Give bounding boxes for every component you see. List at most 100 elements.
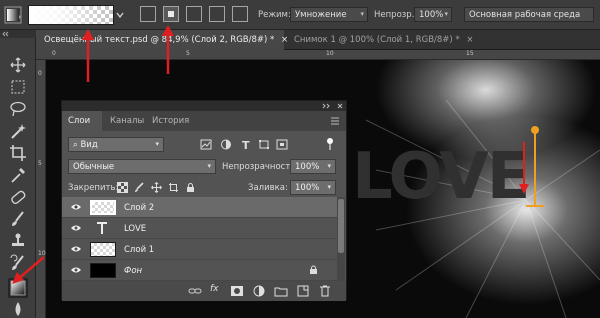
filter-pixel-icon[interactable] <box>200 139 212 150</box>
ruler-tick-label: 5 <box>38 160 42 167</box>
layer-row-sloy-2[interactable]: Слой 2 <box>62 197 338 218</box>
eye-icon[interactable] <box>70 203 82 211</box>
ruler-tick-label: 0 <box>38 70 42 77</box>
workspace-select[interactable]: Основная рабочая среда <box>464 7 594 22</box>
layer-fill-value: 100% <box>295 183 320 193</box>
lock-transparency-icon[interactable] <box>117 182 128 193</box>
crop-tool-icon[interactable] <box>8 144 28 162</box>
chevron-down-icon: ▾ <box>444 10 448 18</box>
filter-shape-icon[interactable] <box>258 139 270 150</box>
layer-name: Фон <box>124 266 143 276</box>
panel-tabs: Слои Каналы История <box>62 111 346 131</box>
blur-tool-icon[interactable] <box>8 300 28 318</box>
tab-layers[interactable]: Слои <box>62 111 102 131</box>
angle-gradient-button[interactable] <box>186 6 202 22</box>
radial-gradient-button[interactable] <box>163 6 179 22</box>
layer-row-love[interactable]: LOVE <box>62 218 338 239</box>
eye-icon[interactable] <box>70 245 82 253</box>
opacity-label: Непрозр.: <box>374 10 418 20</box>
gradient-tool-icon[interactable] <box>4 6 22 24</box>
layer-opacity-input[interactable]: 100% ▾ <box>290 159 336 174</box>
layer-opacity-label: Непрозрачность: <box>222 162 299 172</box>
layer-fill-input[interactable]: 100% ▾ <box>290 180 336 195</box>
opacity-value: 100% <box>419 10 444 20</box>
filter-toggle-icon[interactable] <box>324 137 336 151</box>
filter-type-icon[interactable]: T <box>240 139 252 150</box>
linear-gradient-button[interactable] <box>140 6 156 22</box>
layer-row-fon[interactable]: Фон <box>62 260 338 281</box>
red-arrow-icon <box>12 256 45 284</box>
filter-smart-object-icon[interactable] <box>276 139 288 150</box>
healing-brush-icon[interactable] <box>8 188 28 206</box>
chevron-down-icon: ▾ <box>327 162 331 170</box>
reflected-gradient-button[interactable] <box>209 6 225 22</box>
eye-icon[interactable] <box>70 224 82 232</box>
ruler-tick-label: 0 <box>52 50 56 57</box>
double-chevron-icon <box>2 31 9 37</box>
new-group-icon[interactable] <box>274 285 288 297</box>
chevron-down-icon: ▾ <box>327 183 331 191</box>
clone-stamp-icon[interactable] <box>8 232 28 250</box>
blend-mode-select[interactable]: Умножение ▾ <box>290 7 368 22</box>
panel-header[interactable] <box>62 101 346 111</box>
layer-filter-select[interactable]: ⌕ Вид ▾ <box>68 137 164 152</box>
layers-scrollbar[interactable] <box>337 197 345 281</box>
close-icon[interactable] <box>337 103 343 109</box>
layer-blend-mode-select[interactable]: Обычные ▾ <box>68 159 216 174</box>
lock-position-icon[interactable] <box>151 182 162 193</box>
tab-channels[interactable]: Каналы <box>104 111 144 131</box>
eye-icon[interactable] <box>70 266 82 274</box>
layer-name: Слой 1 <box>124 245 155 255</box>
ruler-tick-label: 5 <box>186 50 190 57</box>
chevron-down-icon: ▾ <box>360 10 364 18</box>
opacity-input[interactable]: 100% ▾ <box>414 7 452 22</box>
layer-thumbnail <box>90 242 116 257</box>
document-tab-label: Снимок 1 @ 100% (Слой 1, RGB/8#) * <box>294 35 460 45</box>
collapse-icon[interactable] <box>322 103 332 109</box>
layers-list: Слой 2 LOVE Слой 1 Фон <box>62 197 338 281</box>
fill-label: Заливка: <box>248 183 288 193</box>
brush-tool-icon[interactable] <box>8 210 28 228</box>
red-arrow-icon <box>162 25 174 74</box>
options-bar: Режим: Умножение ▾ Непрозр.: 100% ▾ Осно… <box>0 0 600 30</box>
red-arrow-icon <box>82 29 94 82</box>
workspace-value: Основная рабочая среда <box>469 10 581 20</box>
lock-artboard-icon[interactable] <box>168 182 179 193</box>
close-icon[interactable]: × <box>466 35 473 45</box>
toolbar-collapse-strip[interactable] <box>0 30 36 38</box>
ruler-tick-label: 15 <box>466 50 474 57</box>
lasso-tool-icon[interactable] <box>8 100 28 118</box>
diamond-gradient-button[interactable] <box>232 6 248 22</box>
layer-style-fx-button[interactable]: fx <box>210 284 219 294</box>
delete-layer-icon[interactable] <box>318 285 332 297</box>
layer-row-sloy-1[interactable]: Слой 1 <box>62 239 338 260</box>
lock-pixels-icon[interactable] <box>134 182 145 193</box>
document-tab-bar: Освещённый текст.psd @ 84,9% (Слой 2, RG… <box>36 30 600 50</box>
svg-text:T: T <box>242 139 250 150</box>
radial-gradient-icon <box>168 11 174 17</box>
panel-menu-icon[interactable] <box>330 117 340 125</box>
magic-wand-icon[interactable] <box>8 122 28 140</box>
tab-history[interactable]: История <box>146 111 194 131</box>
scrollbar-thumb[interactable] <box>338 199 344 253</box>
layer-name: Слой 2 <box>124 203 155 213</box>
love-text: LOVE <box>352 140 528 214</box>
layer-opacity-value: 100% <box>295 162 320 172</box>
marquee-tool-icon[interactable] <box>8 78 28 96</box>
ruler-tick-label: 10 <box>326 50 334 57</box>
gradient-preview-swatch[interactable] <box>28 5 114 25</box>
link-layers-icon[interactable] <box>188 285 202 297</box>
new-layer-icon[interactable] <box>296 285 310 297</box>
chevron-down-icon: ▾ <box>207 162 211 170</box>
eyedropper-icon[interactable] <box>8 166 28 184</box>
lock-label: Закрепить: <box>68 183 119 193</box>
document-tab[interactable]: Снимок 1 @ 100% (Слой 1, RGB/8#) * × <box>286 30 496 50</box>
filter-adjustment-icon[interactable] <box>220 139 232 150</box>
chevron-down-icon[interactable] <box>115 9 125 21</box>
adjustment-layer-icon[interactable] <box>252 285 266 297</box>
add-mask-icon[interactable] <box>230 285 244 297</box>
chevron-down-icon: ▾ <box>155 140 159 148</box>
move-tool-icon[interactable] <box>8 56 28 74</box>
lock-icon <box>310 265 317 274</box>
lock-all-icon[interactable] <box>185 182 196 193</box>
